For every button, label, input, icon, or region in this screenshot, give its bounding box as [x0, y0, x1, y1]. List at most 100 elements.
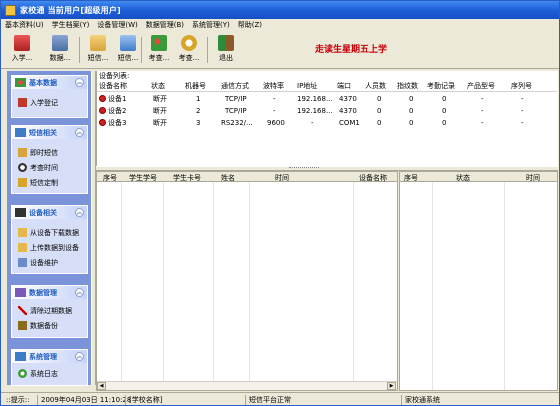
sidebar-item-maintenance[interactable]: 设备维护: [12, 255, 87, 270]
menu-help[interactable]: 帮助(Z): [238, 20, 262, 30]
toolbar-separator: [79, 37, 80, 63]
section-header[interactable]: 设备相关 ︽: [12, 206, 87, 219]
column-header[interactable]: 学生卡号: [173, 173, 201, 183]
sms-icon: [90, 35, 106, 51]
collapse-icon[interactable]: ︽: [75, 288, 84, 297]
collapse-icon[interactable]: ︽: [75, 208, 84, 217]
sidebar-item-download[interactable]: 从设备下载数据: [12, 225, 87, 240]
collapse-icon[interactable]: ︽: [75, 128, 84, 137]
section-header[interactable]: 数据管理 ︽: [12, 286, 87, 299]
sidebar-section-data: 数据管理 ︽ 清除过期数据 数据备份: [11, 285, 88, 338]
sms-custom-button[interactable]: 短信...: [113, 35, 143, 67]
sidebar-item-upload[interactable]: 上传数据到设备: [12, 240, 87, 255]
column-header[interactable]: 时间: [526, 173, 540, 183]
log-grid: 序号 状态 时间: [399, 171, 558, 391]
column-header[interactable]: 设备名称: [99, 81, 127, 91]
sms-icon: [18, 148, 27, 157]
menu-students[interactable]: 学生档案(Y): [52, 20, 90, 30]
column-header[interactable]: 姓名: [221, 173, 235, 183]
status-sms: 短信平台正常: [245, 395, 291, 405]
toolbar-separator: [141, 37, 142, 63]
table-row[interactable]: 设备3 断开 3 RS232/... 9600 - COM1 0 0 0 - -: [97, 117, 557, 128]
column-header[interactable]: 状态: [456, 173, 470, 183]
column-header[interactable]: 序列号: [511, 81, 532, 91]
table-row[interactable]: 设备2 断开 2 TCP/IP - 192.168... 4370 0 0 0 …: [97, 105, 557, 116]
enroll-button[interactable]: 入学...: [7, 35, 37, 67]
sidebar-item-backup[interactable]: 数据备份: [12, 318, 87, 333]
device-list-panel: 设备列表: 设备名称 状态 机器号 通信方式 波特率 IP地址 端口 人员数 指…: [96, 71, 558, 166]
log-header: 序号 状态 时间: [400, 172, 557, 182]
enroll-icon: [14, 35, 30, 51]
column-header[interactable]: IP地址: [297, 81, 317, 91]
column-header[interactable]: 产品型号: [467, 81, 495, 91]
collapse-icon[interactable]: ︽: [75, 352, 84, 361]
column-header[interactable]: 机器号: [185, 81, 206, 91]
sidebar-section-system: 系统管理 ︽ 系统日志: [11, 349, 88, 386]
database-button[interactable]: 数据...: [45, 35, 75, 67]
column-header[interactable]: 状态: [151, 81, 165, 91]
table-row[interactable]: 设备1 断开 1 TCP/IP - 192.168... 4370 0 0 0 …: [97, 93, 557, 104]
menu-basic[interactable]: 基本资料(U): [5, 20, 44, 30]
database-icon: [52, 35, 68, 51]
time-icon: [181, 35, 197, 51]
menu-system[interactable]: 系统管理(Y): [192, 20, 230, 30]
grid-line: [249, 182, 250, 382]
splitter-grip[interactable]: [289, 167, 319, 169]
toolbar: 入学... 数据... 短信... 短信... 考查... 考查... 退出: [1, 31, 559, 69]
download-icon: [18, 228, 27, 237]
sidebar-item-enroll[interactable]: 入学登记: [12, 95, 87, 110]
basic-data-icon: [15, 78, 26, 87]
column-header[interactable]: 设备名称: [359, 173, 387, 183]
section-header[interactable]: 短信相关 ︽: [12, 126, 87, 139]
app-icon: [5, 4, 16, 16]
scroll-right-arrow-icon[interactable]: ▶: [387, 382, 396, 390]
grid-line: [163, 182, 164, 382]
sidebar-section-sms: 短信相关 ︽ 即时短信 考查时间 短信定制: [11, 125, 88, 194]
backup-icon: [18, 321, 27, 330]
sidebar-item-system-log[interactable]: 系统日志: [12, 366, 87, 381]
disconnected-status-icon: [99, 107, 106, 114]
collapse-icon[interactable]: ︽: [75, 78, 84, 87]
horizontal-scrollbar[interactable]: ◀ ▶: [97, 381, 397, 390]
sms-button[interactable]: 短信...: [83, 35, 113, 67]
data-section-icon: [15, 288, 26, 297]
device-table-header: 设备名称 状态 机器号 通信方式 波特率 IP地址 端口 人员数 指纹数 考勤记…: [97, 81, 557, 92]
column-header[interactable]: 时间: [275, 173, 289, 183]
status-datetime: 2009年04月03日 11:10:28: [37, 395, 131, 405]
column-header[interactable]: 考勤记录: [427, 81, 455, 91]
sms-section-icon: [15, 128, 26, 137]
exit-button[interactable]: 退出: [211, 35, 241, 67]
status-school: [学校名称]: [125, 395, 162, 405]
menu-devices[interactable]: 设备管理(W): [97, 20, 137, 30]
device-list-label: 设备列表:: [99, 72, 130, 80]
status-bar: ::提示:: 2009年04月03日 11:10:28 [学校名称] 短信平台正…: [1, 392, 559, 405]
column-header[interactable]: 通信方式: [221, 81, 249, 91]
exit-icon: [218, 35, 234, 51]
sidebar-item-sms-custom[interactable]: 短信定制: [12, 175, 87, 190]
check-icon: [151, 35, 167, 51]
time-button[interactable]: 考查...: [174, 35, 204, 67]
column-header[interactable]: 人员数: [365, 81, 386, 91]
column-header[interactable]: 序号: [103, 173, 117, 183]
sidebar-item-instant-sms[interactable]: 即时短信: [12, 145, 87, 160]
menu-bar: 基本资料(U) 学生档案(Y) 设备管理(W) 数据管理(B) 系统管理(Y) …: [1, 19, 559, 31]
menu-data[interactable]: 数据管理(B): [146, 20, 184, 30]
greeting-text: 走读生星期五上学: [315, 45, 388, 55]
check-button[interactable]: 考查...: [144, 35, 174, 67]
sidebar-item-clear-data[interactable]: 清除过期数据: [12, 303, 87, 318]
column-header[interactable]: 学生学号: [129, 173, 157, 183]
column-header[interactable]: 序号: [404, 173, 418, 183]
sidebar-item-check-time[interactable]: 考查时间: [12, 160, 87, 175]
section-header[interactable]: 系统管理 ︽: [12, 350, 87, 363]
scroll-left-arrow-icon[interactable]: ◀: [97, 382, 106, 390]
column-header[interactable]: 波特率: [263, 81, 284, 91]
grid-line: [353, 182, 354, 382]
column-header[interactable]: 指纹数: [397, 81, 418, 91]
system-section-icon: [15, 352, 26, 361]
records-grid: 序号 学生学号 学生卡号 姓名 时间 设备名称: [96, 171, 398, 391]
section-header[interactable]: 基本数据 ︽: [12, 76, 87, 89]
sidebar: 基本数据 ︽ 入学登记 短信相关 ︽ 即时短信 考查时间 短信定制 设备相关 ︽…: [7, 71, 91, 386]
column-header[interactable]: 端口: [337, 81, 351, 91]
device-section-icon: [15, 208, 26, 217]
sidebar-section-basic: 基本数据 ︽ 入学登记: [11, 75, 88, 118]
